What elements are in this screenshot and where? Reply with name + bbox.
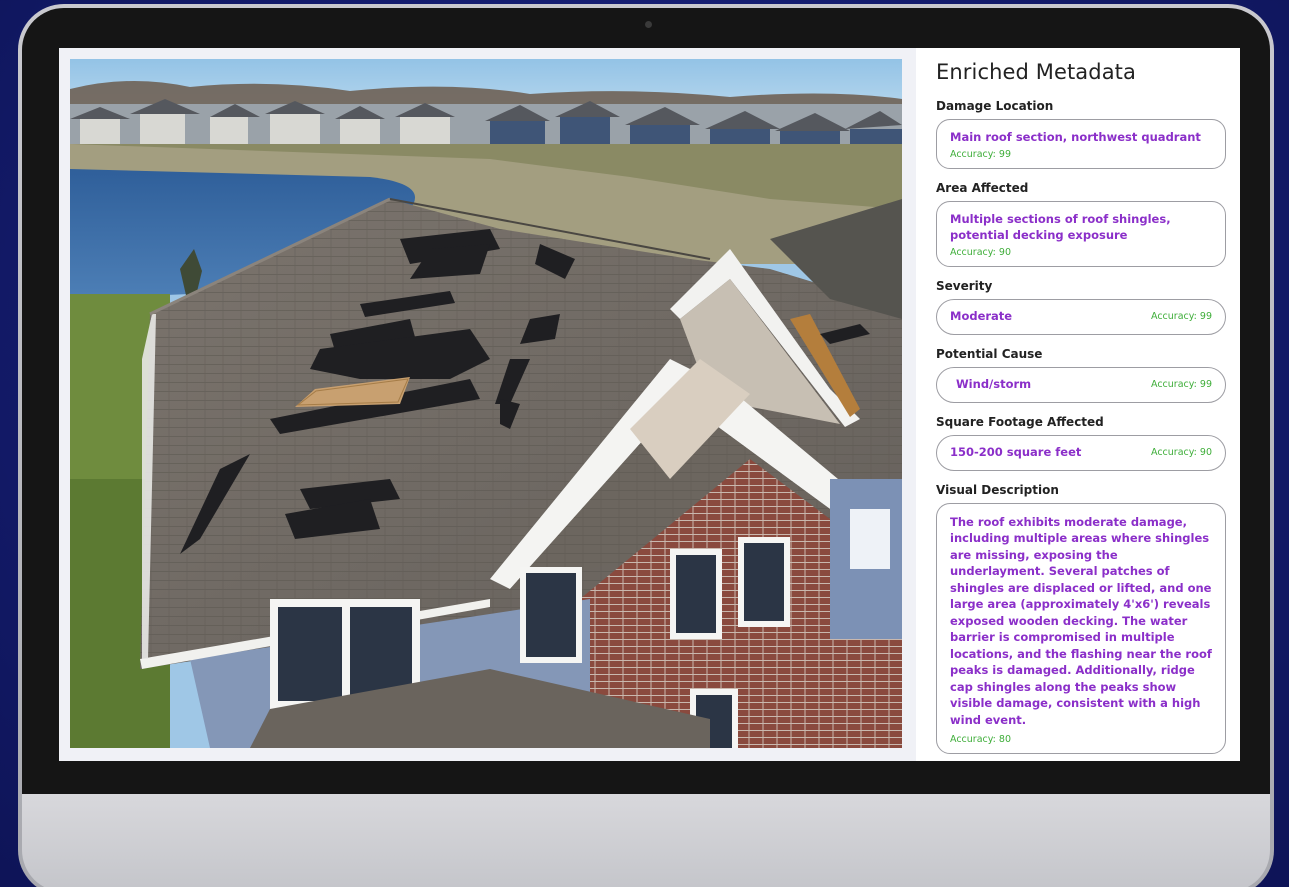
app-screen: Enriched Metadata Damage Location Main r… [59, 48, 1240, 761]
severity-field[interactable]: Moderate Accuracy: 99 [936, 298, 1226, 335]
monitor-bezel: Enriched Metadata Damage Location Main r… [22, 8, 1270, 794]
potential-cause-accuracy: Accuracy: 99 [1151, 379, 1212, 390]
monitor-chin [22, 794, 1270, 887]
panel-title: Enriched Metadata [936, 60, 1136, 84]
square-footage-value: 150-200 square feet [950, 445, 1082, 460]
damage-location-accuracy: Accuracy: 99 [950, 148, 1011, 160]
metadata-panel: Enriched Metadata Damage Location Main r… [916, 48, 1240, 761]
visual-description-accuracy: Accuracy: 80 [950, 734, 1011, 745]
webcam-icon [645, 21, 652, 28]
severity-value: Moderate [950, 309, 1013, 324]
potential-cause-field[interactable]: Wind/storm Accuracy: 99 [936, 366, 1226, 403]
severity-label: Severity [936, 278, 993, 293]
image-viewer [59, 48, 916, 761]
visual-description-value: The roof exhibits moderate damage, inclu… [950, 514, 1212, 727]
area-affected-label: Area Affected [936, 180, 1029, 195]
square-footage-accuracy: Accuracy: 90 [1151, 447, 1212, 458]
visual-description-field[interactable]: The roof exhibits moderate damage, inclu… [936, 502, 1226, 754]
potential-cause-value: Wind/storm [956, 377, 1032, 392]
damage-location-value: Main roof section, northwest quadrant [950, 130, 1201, 144]
area-affected-field[interactable]: Multiple sections of roof shingles, pote… [936, 200, 1226, 267]
damage-location-label: Damage Location [936, 99, 1054, 113]
potential-cause-label: Potential Cause [936, 346, 1043, 361]
roof-damage-photo[interactable] [70, 59, 902, 748]
area-affected-value: Multiple sections of roof shingles, pote… [950, 211, 1171, 243]
damage-location-field[interactable]: Main roof section, northwest quadrant Ac… [936, 119, 1226, 169]
severity-accuracy: Accuracy: 99 [1151, 311, 1212, 322]
visual-description-label: Visual Description [936, 482, 1059, 497]
square-footage-field[interactable]: 150-200 square feet Accuracy: 90 [936, 434, 1226, 471]
square-footage-label: Square Footage Affected [936, 414, 1104, 429]
monitor-frame: Enriched Metadata Damage Location Main r… [18, 4, 1274, 887]
area-affected-accuracy: Accuracy: 90 [950, 246, 1011, 258]
